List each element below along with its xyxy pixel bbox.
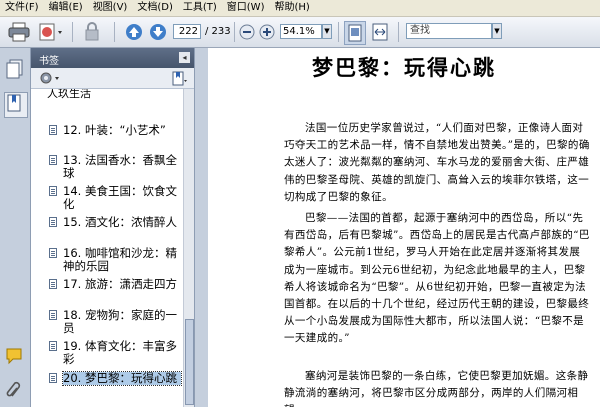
bookmark-list: 人玖生活 12. 叶装：“小艺术” 13. 法国香水：香飘全球 14. 美食王国…: [31, 89, 183, 407]
secure-button[interactable]: [80, 21, 108, 43]
panel-header: 书签 ◂: [31, 48, 194, 68]
bookmark-icon: [49, 248, 57, 258]
bookmark-icon: [7, 94, 21, 112]
comment-icon: [6, 348, 22, 365]
bookmark-icon: [49, 125, 57, 135]
page-number-input[interactable]: 222: [173, 24, 201, 39]
bookmarks-button[interactable]: [4, 92, 28, 118]
zoom-in-icon: [259, 24, 275, 40]
menu-help[interactable]: 帮助(H): [269, 0, 314, 16]
list-item[interactable]: 人玖生活: [47, 89, 91, 101]
scrollbar-thumb[interactable]: [185, 319, 194, 405]
menu-edit[interactable]: 编辑(E): [44, 0, 88, 16]
menu-view[interactable]: 视图(V): [88, 0, 133, 16]
bookmark-label: 15. 酒文化：浓情醉人: [63, 215, 177, 229]
search-dropdown[interactable]: ▼: [492, 23, 502, 39]
navigation-strip: [0, 48, 31, 407]
fit-page-button[interactable]: [344, 21, 366, 45]
chevron-down-icon: ▼: [324, 27, 330, 35]
bookmark-label: 13. 法国香水：香飘全球: [63, 153, 177, 180]
comments-button[interactable]: [4, 346, 26, 370]
menu-window[interactable]: 窗口(W): [222, 0, 270, 16]
bookmark-label: 16. 咖啡馆和沙龙：精神的乐园: [63, 246, 177, 273]
zoom-dropdown[interactable]: ▼: [322, 24, 332, 39]
chevron-down-icon: ▼: [494, 27, 500, 35]
pages-icon: [6, 59, 23, 79]
print-button[interactable]: [6, 21, 32, 43]
fit-page-icon: [348, 24, 362, 42]
printer-icon: [8, 22, 30, 42]
menu-tools[interactable]: 工具(T): [178, 0, 222, 16]
menu-document[interactable]: 文档(D): [132, 0, 178, 16]
menu-file[interactable]: 文件(F): [0, 0, 44, 16]
paragraph: 塞纳河是装饰巴黎的一条白练，它使巴黎更加妩媚。这条静静流淌的塞纳河，将巴黎市区分…: [284, 370, 589, 407]
new-bookmark-icon: [172, 71, 187, 86]
create-pdf-icon: [39, 23, 62, 41]
document-view[interactable]: 梦巴黎：玩得心跳 法国一位历史学家曾说过，“人们面对巴黎，正像诗人面对巧夺天工的…: [208, 48, 600, 407]
bookmark-icon: [49, 186, 57, 196]
bookmarks-panel: 书签 ◂ 人玖生活 12. 叶装：“小艺术” 13. 法国香水：香飘全球 14.…: [31, 48, 195, 407]
panel-toolbar: [31, 68, 194, 89]
previous-page-button[interactable]: [124, 21, 144, 43]
new-bookmark-button[interactable]: [169, 70, 189, 86]
options-button[interactable]: [39, 71, 63, 85]
page-total: / 233: [205, 26, 231, 37]
lock-icon: [85, 22, 99, 41]
arrow-down-icon: [150, 24, 166, 40]
toolbar: 222 / 233 54.1% ▼ 查找 ▼: [0, 17, 600, 48]
collapse-panel-button[interactable]: ◂: [179, 52, 190, 63]
bookmark-icon: [49, 373, 57, 383]
paragraph: 巴黎——法国的首都，起源于塞纳河中的西岱岛，所以“先有西岱岛，后有巴黎城”。西岱…: [284, 212, 590, 345]
next-page-button[interactable]: [148, 21, 168, 43]
zoom-out-button[interactable]: [238, 21, 256, 43]
bookmark-label: 12. 叶装：“小艺术”: [63, 123, 166, 137]
bookmark-icon: [49, 310, 57, 320]
gear-icon: [40, 72, 59, 84]
zoom-in-button[interactable]: [258, 21, 276, 43]
bookmark-icon: [49, 155, 57, 165]
bookmark-label: 19. 体育文化：丰富多彩: [63, 339, 177, 366]
paperclip-icon: [6, 381, 21, 397]
zoom-level-input[interactable]: 54.1%: [280, 24, 322, 39]
fit-width-button[interactable]: [370, 21, 390, 43]
search-input[interactable]: 查找: [406, 23, 492, 39]
bookmark-label: 17. 旅游：潇洒走四方: [63, 277, 177, 291]
bookmark-icon: [49, 217, 57, 227]
chevron-left-icon: ◂: [182, 53, 187, 62]
panel-title: 书签: [39, 56, 59, 67]
paragraph: 法国一位历史学家曾说过，“人们面对巴黎，正像诗人面对巧夺天工的艺术品一样，情不自…: [284, 122, 590, 203]
bookmark-icon: [49, 279, 57, 289]
bookmark-label: 18. 宠物狗：家庭的一员: [63, 308, 177, 335]
menu-bar: 文件(F) 编辑(E) 视图(V) 文档(D) 工具(T) 窗口(W) 帮助(H…: [0, 0, 600, 17]
create-pdf-button[interactable]: [36, 21, 68, 43]
pages-button[interactable]: [4, 58, 26, 82]
bookmark-icon: [49, 341, 57, 351]
panel-splitter[interactable]: [194, 48, 209, 407]
bookmark-label: 20. 梦巴黎：玩得心跳: [62, 371, 182, 386]
fit-width-icon: [372, 23, 388, 41]
bookmark-label: 14. 美食王国：饮食文化: [63, 184, 177, 211]
arrow-up-icon: [126, 24, 142, 40]
page-title: 梦巴黎：玩得心跳: [312, 55, 496, 80]
zoom-out-icon: [239, 24, 255, 40]
attachments-button[interactable]: [4, 378, 26, 402]
